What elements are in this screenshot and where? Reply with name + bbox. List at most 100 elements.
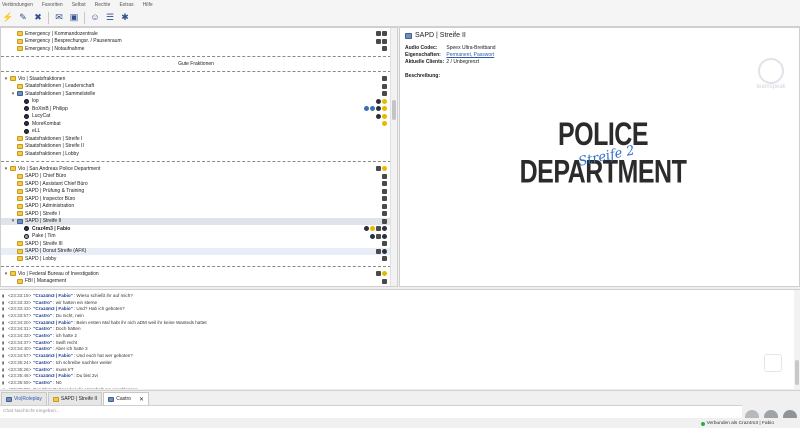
chat-icon[interactable]: ✉ xyxy=(53,12,65,24)
chat-scrollbar[interactable] xyxy=(794,290,800,389)
speech-icon[interactable]: ▣ xyxy=(68,12,80,24)
blue-badge-icon xyxy=(370,106,375,112)
menu-item[interactable]: Rechte xyxy=(95,2,111,8)
tab-channel[interactable]: SAPD | Streife II xyxy=(47,392,103,405)
client-row[interactable]: MoreKombat xyxy=(1,120,391,128)
close-icon[interactable]: ✕ xyxy=(139,396,144,403)
channel-row[interactable]: SAPD | Chief Büro xyxy=(1,173,391,181)
channel-row[interactable]: SAPD | Donut Streife (AFK) xyxy=(1,247,391,255)
message-sender[interactable]: "Castro" xyxy=(33,326,52,331)
channel-icon-glyph xyxy=(16,143,23,149)
lock-icon xyxy=(382,46,387,52)
menu-item[interactable]: Selbst xyxy=(72,2,86,8)
message-sender[interactable]: "Craz4m3 | Fabio" xyxy=(33,293,73,298)
channel-name: SAPD | Donut Streife (AFK) xyxy=(25,248,87,255)
channel-icon xyxy=(16,136,23,142)
client-status-icon xyxy=(23,98,30,104)
channel-row[interactable]: Emergency | Kommandozentrale xyxy=(1,30,391,38)
message-icon: ▮ xyxy=(2,379,5,385)
channel-row[interactable]: SAPD | Lobby xyxy=(1,255,391,263)
message-text: : Aber ich hatte 2 xyxy=(53,346,88,352)
client-status-icon xyxy=(23,113,30,119)
channel-icon xyxy=(16,278,23,284)
message-sender[interactable]: "Craz4m3 | Fabio" xyxy=(33,306,73,311)
channel-row[interactable]: ▾ Vio | Staatsfraktionen xyxy=(1,75,391,83)
channel-row[interactable]: Staatsfraktionen | Lobby xyxy=(1,150,391,158)
message-sender[interactable]: "Castro" xyxy=(33,346,52,351)
spacer-label: Gute Fraktionen xyxy=(178,61,214,67)
channel-row[interactable]: FBI | Management xyxy=(1,278,391,286)
client-row[interactable]: lop xyxy=(1,98,391,106)
row-badges xyxy=(376,38,387,44)
menu-item[interactable]: Hilfe xyxy=(143,2,153,8)
channel-row[interactable]: SAPD | Prüfung & Training xyxy=(1,188,391,196)
message-sender[interactable]: "Castro" xyxy=(33,313,52,318)
message-sender[interactable]: "Castro" xyxy=(33,300,52,305)
client-row[interactable]: Pake | Tim xyxy=(1,233,391,241)
users-icon[interactable]: ☺ xyxy=(89,12,101,24)
channel-icon xyxy=(9,271,16,277)
channel-row[interactable]: SAPD | Administration xyxy=(1,203,391,211)
tree-scrollbar-thumb[interactable] xyxy=(392,100,396,120)
channel-row[interactable]: Emergency | Besprechungsr. / Pausenraum xyxy=(1,38,391,46)
channel-row[interactable]: Staatsfraktionen | Leaderschaft xyxy=(1,83,391,91)
channel-row[interactable]: Emergency | Notaufnahme xyxy=(1,45,391,53)
speaker-icon[interactable]: ☰ xyxy=(104,12,116,24)
tab-private-chat[interactable]: Castro ✕ xyxy=(103,392,149,405)
menu-item[interactable]: Favoriten xyxy=(42,2,63,8)
info-field-key: Eigenschaften: xyxy=(405,52,441,58)
menu-item[interactable]: Verbindungen xyxy=(2,2,33,8)
channel-icon-glyph xyxy=(16,136,23,142)
channel-icon xyxy=(16,38,23,44)
message-sender[interactable]: "Craz4m3 | Fabio" xyxy=(33,373,73,378)
channel-icon xyxy=(16,196,23,202)
menu-item[interactable]: Extras xyxy=(119,2,133,8)
chat-input[interactable]: Chat Nachricht eingeben... xyxy=(0,405,742,418)
channel-name: Emergency | Besprechungsr. / Pausenraum xyxy=(25,38,122,45)
message-sender[interactable]: "Craz4m3 | Fabio" xyxy=(33,353,73,358)
channel-row[interactable]: SAPD | Inspector Büro xyxy=(1,195,391,203)
lock-icon xyxy=(382,188,387,194)
tab-server[interactable]: Vio|Roleplay xyxy=(1,392,47,405)
channel-row[interactable]: ▾ Vio | San Andreas Police Department xyxy=(1,165,391,173)
channel-row[interactable]: ▾ Vio | Federal Bureau of Investigation xyxy=(1,270,391,278)
connect-icon[interactable]: ⚡ xyxy=(2,12,14,24)
message-sender[interactable]: "Craz4m3 | Fabio" xyxy=(33,320,73,325)
lock-icon xyxy=(382,173,387,179)
client-status-icon-glyph xyxy=(24,106,29,112)
channel-row[interactable]: SAPD | Streife III xyxy=(1,240,391,248)
channel-row[interactable]: Staatsfraktionen | Streife II xyxy=(1,143,391,151)
channel-name: SAPD | Chief Büro xyxy=(25,173,67,180)
pen-icon[interactable]: ✎ xyxy=(17,12,29,24)
row-badges xyxy=(382,76,387,82)
settings-icon[interactable]: ✱ xyxy=(119,12,131,24)
client-row[interactable]: BoXinB | Philipp xyxy=(1,105,391,113)
teamspeak-logo-circle xyxy=(758,58,784,84)
message-text: : Nö xyxy=(53,379,62,385)
channel-icon-glyph xyxy=(9,166,16,172)
client-row[interactable]: LucyCat xyxy=(1,113,391,121)
message-text: : Beim ersten Mal habt ihr nich aDM weil… xyxy=(73,319,207,325)
message-text: : Und? Hab ich geboten? xyxy=(73,306,125,312)
channel-row[interactable]: SAPD | Assistant Chief Büro xyxy=(1,180,391,188)
message-sender[interactable]: "Castro" xyxy=(33,360,52,365)
channel-name: FBI | Management xyxy=(25,278,67,285)
message-sender[interactable]: "Castro" xyxy=(33,340,52,345)
channel-row[interactable]: Staatsfraktionen | Streife I xyxy=(1,135,391,143)
message-sender[interactable]: "Castro" xyxy=(33,367,52,372)
client-row[interactable]: eLL xyxy=(1,128,391,136)
channel-row[interactable]: ▾ SAPD | Streife II xyxy=(1,217,391,225)
chat-scrollbar-thumb[interactable] xyxy=(795,360,799,385)
message-sender[interactable]: "Castro" xyxy=(33,380,52,385)
disconnect-icon[interactable]: ✖ xyxy=(32,12,44,24)
channel-tree: Emergency | Kommandozentrale Emergency | … xyxy=(0,27,398,287)
info-field-link[interactable]: Permanent, Passwort xyxy=(446,52,494,58)
client-row[interactable]: Craz4m3 | Fabio xyxy=(1,225,391,233)
tree-scrollbar[interactable] xyxy=(390,28,397,286)
message-icon: ▮ xyxy=(2,292,5,298)
message-sender[interactable]: "Castro" xyxy=(33,333,52,338)
channel-row[interactable]: ▾ Staatsfraktionen | Sammelstelle xyxy=(1,90,391,98)
channel-row[interactable]: SAPD | Streife I xyxy=(1,210,391,218)
yellow-badge-icon xyxy=(382,166,387,172)
dark-badge-icon xyxy=(376,98,381,104)
